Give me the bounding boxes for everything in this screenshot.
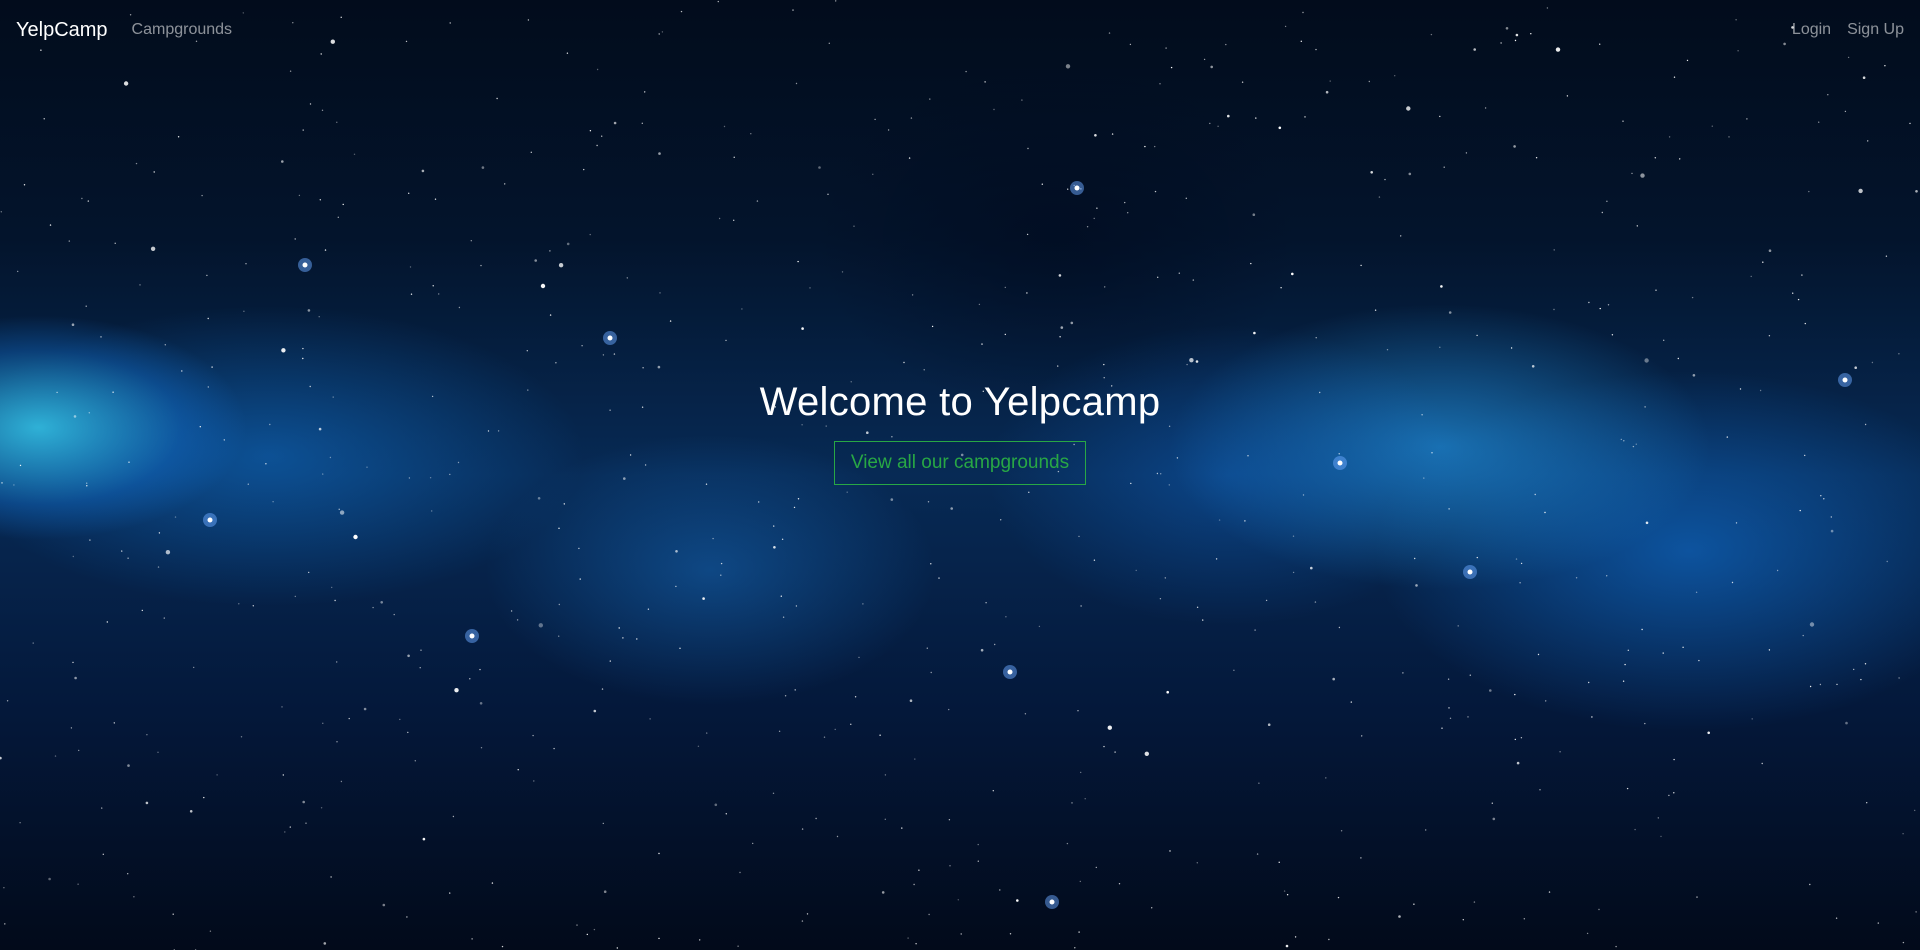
nav-link-campgrounds[interactable]: Campgrounds	[132, 21, 233, 39]
nav-auth-links: Login Sign Up	[1792, 21, 1904, 39]
landing-page: YelpCamp Campgrounds Login Sign Up Welco…	[0, 0, 1920, 950]
brand-link[interactable]: YelpCamp	[16, 19, 108, 42]
nav-link-signup[interactable]: Sign Up	[1847, 21, 1904, 39]
view-campgrounds-button[interactable]: View all our campgrounds	[833, 441, 1087, 485]
hero-title: Welcome to Yelpcamp	[759, 380, 1161, 424]
navbar: YelpCamp Campgrounds Login Sign Up	[0, 0, 1920, 60]
hero-section: Welcome to Yelpcamp View all our campgro…	[0, 380, 1920, 485]
nav-link-login[interactable]: Login	[1792, 21, 1831, 39]
